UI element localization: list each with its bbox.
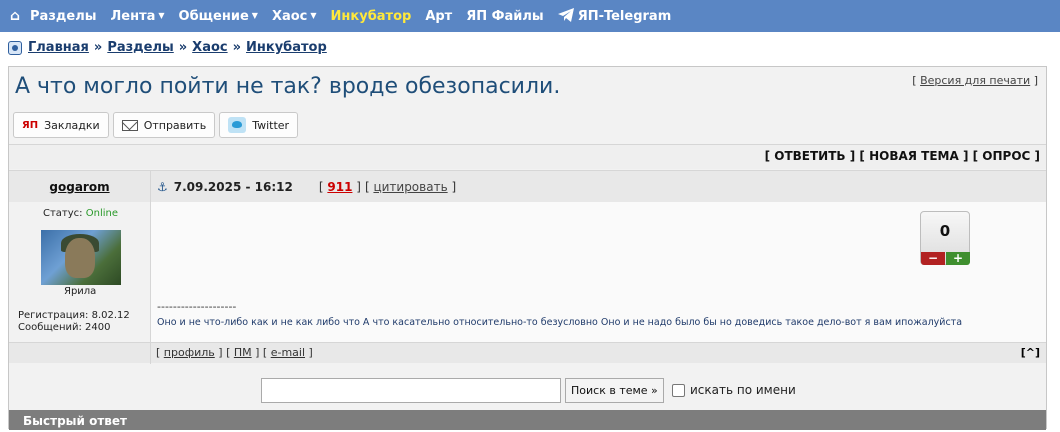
post-date: 7.09.2025 - 16:12 — [173, 180, 293, 194]
breadcrumb-separator: » — [178, 40, 188, 55]
nav-item-feed[interactable]: Лента ▼ — [110, 9, 164, 24]
email-link[interactable]: e-mail — [271, 346, 305, 359]
breadcrumb-separator: » — [232, 40, 242, 55]
breadcrumb-chaos[interactable]: Хаос — [192, 40, 227, 55]
search-button[interactable]: Поиск в теме » — [565, 378, 664, 403]
nav-label: Инкубатор — [330, 8, 412, 24]
signature-divider: -------------------- — [157, 300, 237, 313]
post-content: 0 − + -------------------- Оно и не что-… — [157, 202, 1046, 342]
twitter-button[interactable]: Twitter — [219, 112, 299, 138]
nav-label: Арт — [425, 8, 453, 24]
author-name[interactable]: gogarom — [49, 180, 109, 194]
post-meta: ⚓ 7.09.2025 - 16:12 [ 911 ] [ цитировать… — [157, 180, 456, 194]
nav-label: Лента — [110, 8, 156, 24]
scroll-top-button[interactable]: [^] — [1021, 346, 1040, 359]
poll-button[interactable]: [ ОПРОС ] — [973, 149, 1040, 163]
post-number-link[interactable]: 911 — [327, 180, 352, 194]
quote-link[interactable]: цитировать — [373, 180, 447, 194]
right-sidebar-edge — [1054, 70, 1060, 400]
message-count: Сообщений: 2400 — [18, 322, 111, 333]
print-version-link[interactable]: Версия для печати — [920, 74, 1030, 87]
nav-label: Общение — [178, 8, 249, 24]
twitter-icon — [228, 117, 247, 133]
send-label: Отправить — [143, 118, 207, 132]
rating-value: 0 — [939, 222, 951, 240]
post-footer: [ профиль ] [ ПМ ] [ e-mail ] [^] — [9, 342, 1046, 364]
breadcrumb-home[interactable]: Главная — [28, 40, 89, 55]
breadcrumb-sections[interactable]: Разделы — [107, 40, 173, 55]
nav-item-incubator[interactable]: Инкубатор — [331, 9, 412, 24]
nav-item-art[interactable]: Арт — [425, 9, 452, 24]
breadcrumb: Главная » Разделы » Хаос » Инкубатор — [8, 40, 327, 55]
forum-icon — [8, 40, 22, 55]
yaplakal-logo-icon: ЯП — [22, 119, 39, 131]
quick-reply-header[interactable]: Быстрый ответ — [9, 410, 1046, 430]
search-input[interactable] — [261, 378, 561, 403]
post-footer-links: [ профиль ] [ ПМ ] [ e-mail ] — [156, 346, 313, 359]
rating-plus-button[interactable]: + — [946, 252, 970, 265]
nav-item-social[interactable]: Общение ▼ — [179, 9, 258, 24]
telegram-icon — [557, 8, 574, 22]
nav-item-files[interactable]: ЯП Файлы — [466, 9, 543, 24]
nav-label: ЯП-Telegram — [577, 9, 672, 24]
print-version: [ Версия для печати ] — [912, 74, 1038, 87]
bookmarks-button[interactable]: ЯП Закладки — [13, 112, 109, 138]
pm-link[interactable]: ПМ — [234, 346, 252, 359]
avatar-caption: Ярила — [64, 286, 97, 297]
caret-down-icon: ▼ — [251, 10, 258, 20]
send-button[interactable]: Отправить — [112, 112, 216, 138]
page-title: А что могло пойти не так? вроде обезопас… — [15, 74, 561, 99]
profile-link[interactable]: профиль — [164, 346, 215, 359]
nav-item-sections[interactable]: Разделы — [30, 9, 96, 24]
twitter-label: Twitter — [252, 118, 290, 132]
post-header: gogarom ⚓ 7.09.2025 - 16:12 [ 911 ] [ ци… — [9, 171, 1046, 202]
topic-search: Поиск в теме » искать по имени — [9, 374, 1046, 404]
nav-item-telegram[interactable]: ЯП-Telegram — [557, 8, 672, 24]
registration-date: Регистрация: 8.02.12 — [18, 310, 130, 321]
anchor-icon[interactable]: ⚓ — [157, 180, 168, 194]
new-topic-button[interactable]: [ НОВАЯ ТЕМА ] — [859, 149, 968, 163]
nav-label: Разделы — [30, 8, 97, 24]
status: Статус: Online — [43, 208, 118, 219]
status-value: Online — [85, 208, 118, 219]
post-text: Оно и не что-либо как и не как либо что … — [157, 317, 963, 328]
author-stats: Регистрация: 8.02.12 Сообщений: 2400 — [18, 310, 130, 334]
home-icon[interactable]: ⌂ — [10, 8, 20, 24]
status-label: Статус: — [43, 208, 83, 219]
envelope-icon — [121, 119, 138, 131]
search-by-name-label: искать по имени — [690, 383, 796, 397]
breadcrumb-separator: » — [93, 40, 103, 55]
nav-label: Хаос — [271, 8, 308, 24]
nav-item-chaos[interactable]: Хаос ▼ — [272, 9, 317, 24]
post-body: Статус: Online Ярила Регистрация: 8.02.1… — [9, 202, 1046, 342]
caret-down-icon: ▼ — [310, 10, 317, 20]
quote: [ цитировать ] — [364, 180, 457, 194]
caret-down-icon: ▼ — [158, 10, 165, 20]
avatar — [41, 230, 121, 285]
author-sidebar: Статус: Online Ярила Регистрация: 8.02.1… — [9, 202, 151, 342]
search-by-name-checkbox[interactable] — [672, 384, 685, 397]
bookmarks-label: Закладки — [44, 118, 100, 132]
top-navigation: ⌂ Разделы Лента ▼ Общение ▼ Хаос ▼ Инкубато… — [0, 0, 1060, 32]
share-toolbar: ЯП Закладки Отправить Twitter — [13, 112, 299, 138]
post: gogarom ⚓ 7.09.2025 - 16:12 [ 911 ] [ ци… — [9, 170, 1046, 364]
nav-label: ЯП Файлы — [466, 8, 544, 24]
rating-minus-button[interactable]: − — [921, 252, 945, 265]
topic-panel: А что могло пойти не так? вроде обезопас… — [8, 66, 1047, 430]
post-number: [ 911 ] — [318, 180, 361, 194]
topic-actions: [ ОТВЕТИТЬ ] [ НОВАЯ ТЕМА ] [ ОПРОС ] — [9, 144, 1046, 169]
action-links: [ ОТВЕТИТЬ ] [ НОВАЯ ТЕМА ] [ ОПРОС ] — [765, 149, 1040, 163]
author-cell: gogarom — [9, 171, 151, 202]
reply-button[interactable]: [ ОТВЕТИТЬ ] — [765, 149, 856, 163]
footer-spacer — [9, 343, 151, 364]
rating-widget: 0 − + — [920, 211, 970, 265]
breadcrumb-incubator[interactable]: Инкубатор — [246, 40, 327, 55]
